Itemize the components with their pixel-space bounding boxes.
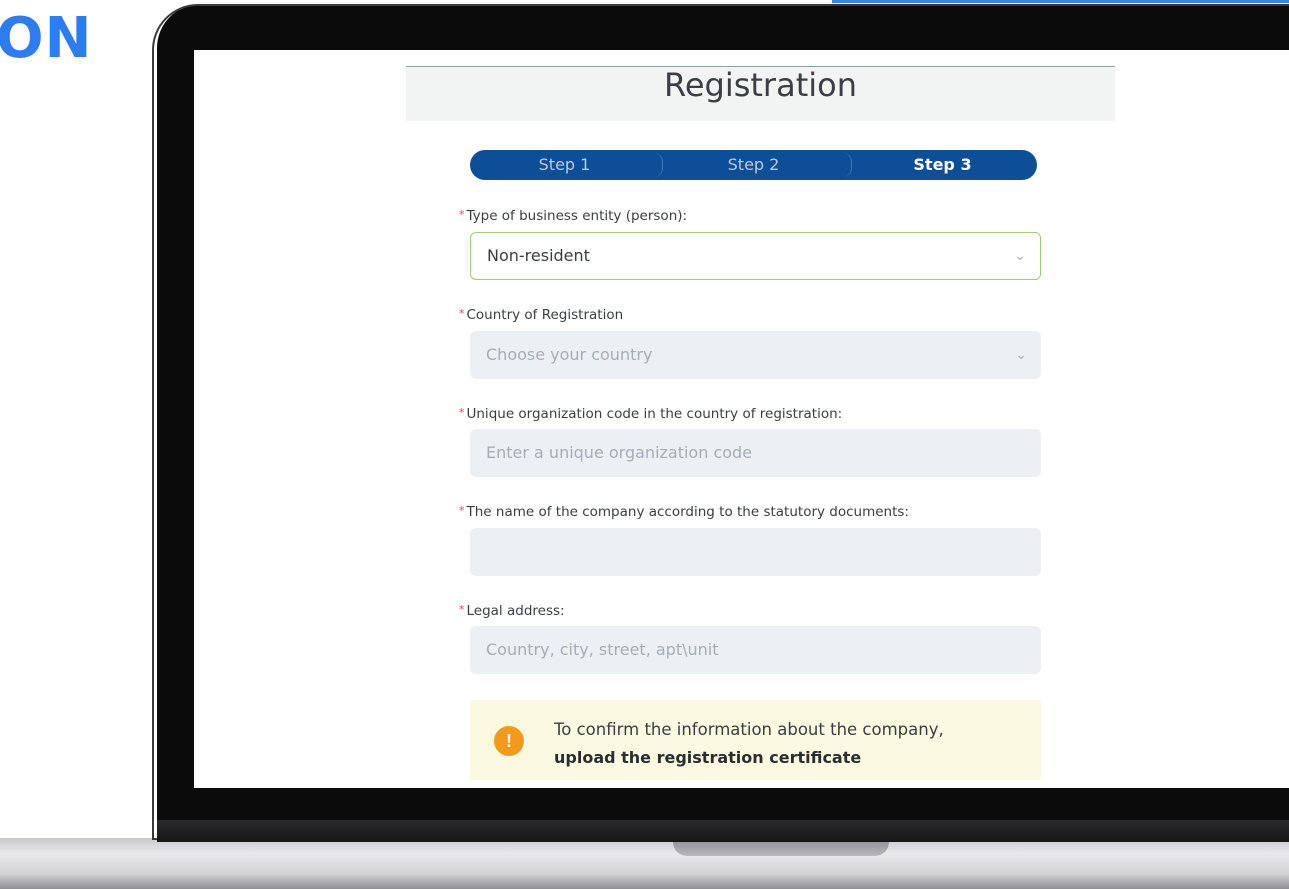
- page-header: Registration: [406, 66, 1115, 121]
- legal-address-label-text: Legal address:: [466, 603, 565, 619]
- laptop-hinge: [157, 820, 1289, 842]
- country-label: * Country of Registration: [459, 307, 623, 323]
- upload-notice: ! To confirm the information about the c…: [470, 700, 1041, 780]
- org-code-label: * Unique organization code in the country…: [459, 406, 842, 422]
- step-1[interactable]: Step 1: [470, 150, 663, 180]
- org-code-placeholder: Enter a unique organization code: [486, 443, 753, 462]
- laptop-base: [0, 838, 1289, 889]
- country-select[interactable]: Choose your country ⌄: [470, 331, 1041, 379]
- laptop-screen: Registration Step 1 Step 2 Step 3 * Type …: [194, 50, 1289, 788]
- legal-address-input[interactable]: Country, city, street, apt\unit: [470, 626, 1041, 674]
- exclamation-icon: !: [494, 726, 524, 756]
- required-mark: *: [459, 406, 465, 419]
- chevron-down-icon: ⌄: [1015, 347, 1027, 363]
- business-entity-value: Non-resident: [487, 246, 590, 265]
- required-mark: *: [459, 307, 465, 320]
- step-3-label: Step 3: [913, 155, 972, 174]
- page-title: Registration: [664, 66, 857, 104]
- chevron-down-icon: ⌄: [1014, 248, 1026, 264]
- country-label-text: Country of Registration: [466, 307, 624, 323]
- country-placeholder: Choose your country: [486, 345, 653, 364]
- company-name-label: * The name of the company according to th…: [459, 504, 909, 520]
- required-mark: *: [459, 603, 465, 616]
- business-entity-label-text: Type of business entity (person):: [466, 208, 688, 224]
- top-accent-bar: [832, 0, 1289, 3]
- company-name-label-text: The name of the company according to the…: [466, 504, 909, 520]
- org-code-input[interactable]: Enter a unique organization code: [470, 429, 1041, 477]
- required-mark: *: [459, 504, 465, 517]
- step-2-label: Step 2: [727, 155, 780, 174]
- required-mark: *: [459, 208, 465, 221]
- company-name-input[interactable]: [470, 528, 1041, 576]
- org-code-label-text: Unique organization code in the country …: [466, 406, 843, 422]
- legal-address-label: * Legal address:: [459, 603, 565, 619]
- step-3[interactable]: Step 3: [848, 150, 1037, 180]
- step-2[interactable]: Step 2: [659, 150, 852, 180]
- step-1-label: Step 1: [538, 155, 591, 174]
- upload-certificate-link[interactable]: upload the registration certificate: [554, 748, 861, 767]
- business-entity-select[interactable]: Non-resident ⌄: [470, 232, 1041, 280]
- business-entity-label: * Type of business entity (person):: [459, 208, 687, 224]
- registration-stepper: Step 1 Step 2 Step 3: [470, 150, 1037, 180]
- legal-address-placeholder: Country, city, street, apt\unit: [486, 640, 719, 659]
- corner-heading-fragment: ON: [0, 6, 93, 71]
- notice-text: To confirm the information about the com…: [554, 720, 944, 739]
